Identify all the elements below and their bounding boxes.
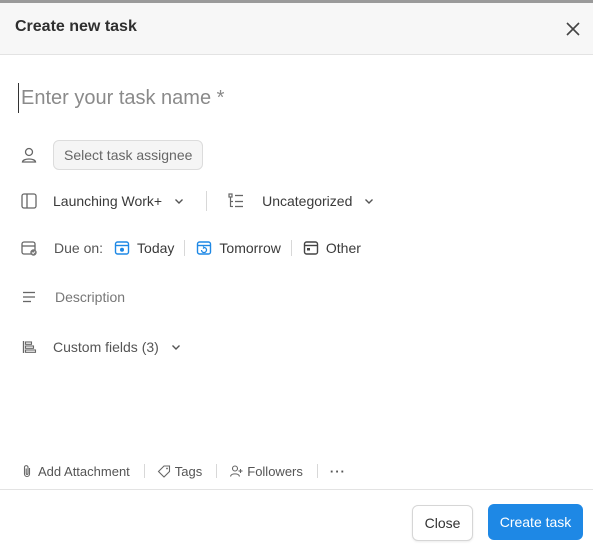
custom-fields-label: Custom fields (3) — [53, 339, 159, 355]
category-dropdown[interactable]: Uncategorized — [262, 192, 378, 210]
person-icon — [20, 146, 38, 164]
chevron-down-icon — [167, 338, 185, 356]
divider — [316, 464, 318, 478]
calendar-tomorrow-icon — [195, 239, 213, 257]
list-tree-icon — [227, 192, 245, 210]
calendar-check-icon — [20, 239, 38, 257]
followers-label: Followers — [247, 463, 303, 479]
divider — [143, 464, 145, 478]
description-placeholder: Description — [55, 289, 126, 305]
dialog-title: Create new task — [15, 18, 137, 35]
due-tomorrow-option[interactable]: Tomorrow — [195, 239, 281, 257]
project-label: Launching Work+ — [53, 193, 163, 209]
project-category-row: Launching Work+ Uncategorized — [20, 191, 378, 211]
divider — [206, 191, 208, 211]
due-row: Due on: Today Tomorrow Other — [20, 238, 361, 258]
calendar-other-icon — [302, 239, 320, 257]
chevron-down-icon — [360, 192, 378, 210]
assignee-row — [20, 146, 38, 164]
due-label: Due on: — [54, 240, 104, 256]
due-today-label: Today — [137, 240, 175, 256]
due-other-option[interactable]: Other — [302, 239, 361, 257]
description-row[interactable]: Description — [20, 287, 125, 307]
custom-fields-row: Custom fields (3) — [20, 337, 185, 357]
divider — [184, 240, 186, 256]
followers-link[interactable]: Followers — [229, 462, 303, 480]
task-name-input[interactable] — [18, 83, 561, 113]
custom-fields-icon — [20, 338, 38, 356]
dialog-header: Create new task — [0, 3, 593, 55]
create-task-button[interactable]: Create task — [488, 504, 583, 540]
close-button[interactable]: Close — [412, 505, 473, 541]
custom-fields-toggle[interactable]: Custom fields (3) — [53, 338, 185, 356]
panel-icon — [20, 192, 38, 210]
tag-icon — [157, 462, 171, 480]
add-attachment-link[interactable]: Add Attachment — [20, 462, 130, 480]
divider — [216, 464, 218, 478]
category-label: Uncategorized — [262, 193, 353, 209]
paperclip-icon — [20, 462, 34, 480]
close-icon[interactable] — [561, 17, 585, 41]
calendar-today-icon — [113, 239, 131, 257]
create-task-dialog: Create new task Select task assignee Lau… — [0, 0, 593, 551]
due-other-label: Other — [325, 240, 361, 256]
project-dropdown[interactable]: Launching Work+ — [53, 192, 188, 210]
more-options-button[interactable]: ··· — [330, 464, 346, 479]
divider — [290, 240, 292, 256]
chevron-down-icon — [170, 192, 188, 210]
add-attachment-label: Add Attachment — [38, 463, 130, 479]
footer-links: Add Attachment Tags Followers ··· — [20, 462, 346, 480]
select-assignee-button[interactable]: Select task assignee — [53, 140, 204, 170]
user-plus-icon — [229, 462, 243, 480]
tags-link[interactable]: Tags — [157, 462, 202, 480]
due-today-option[interactable]: Today — [113, 239, 174, 257]
due-tomorrow-label: Tomorrow — [219, 240, 281, 256]
tags-label: Tags — [174, 463, 203, 479]
text-lines-icon — [20, 288, 38, 306]
